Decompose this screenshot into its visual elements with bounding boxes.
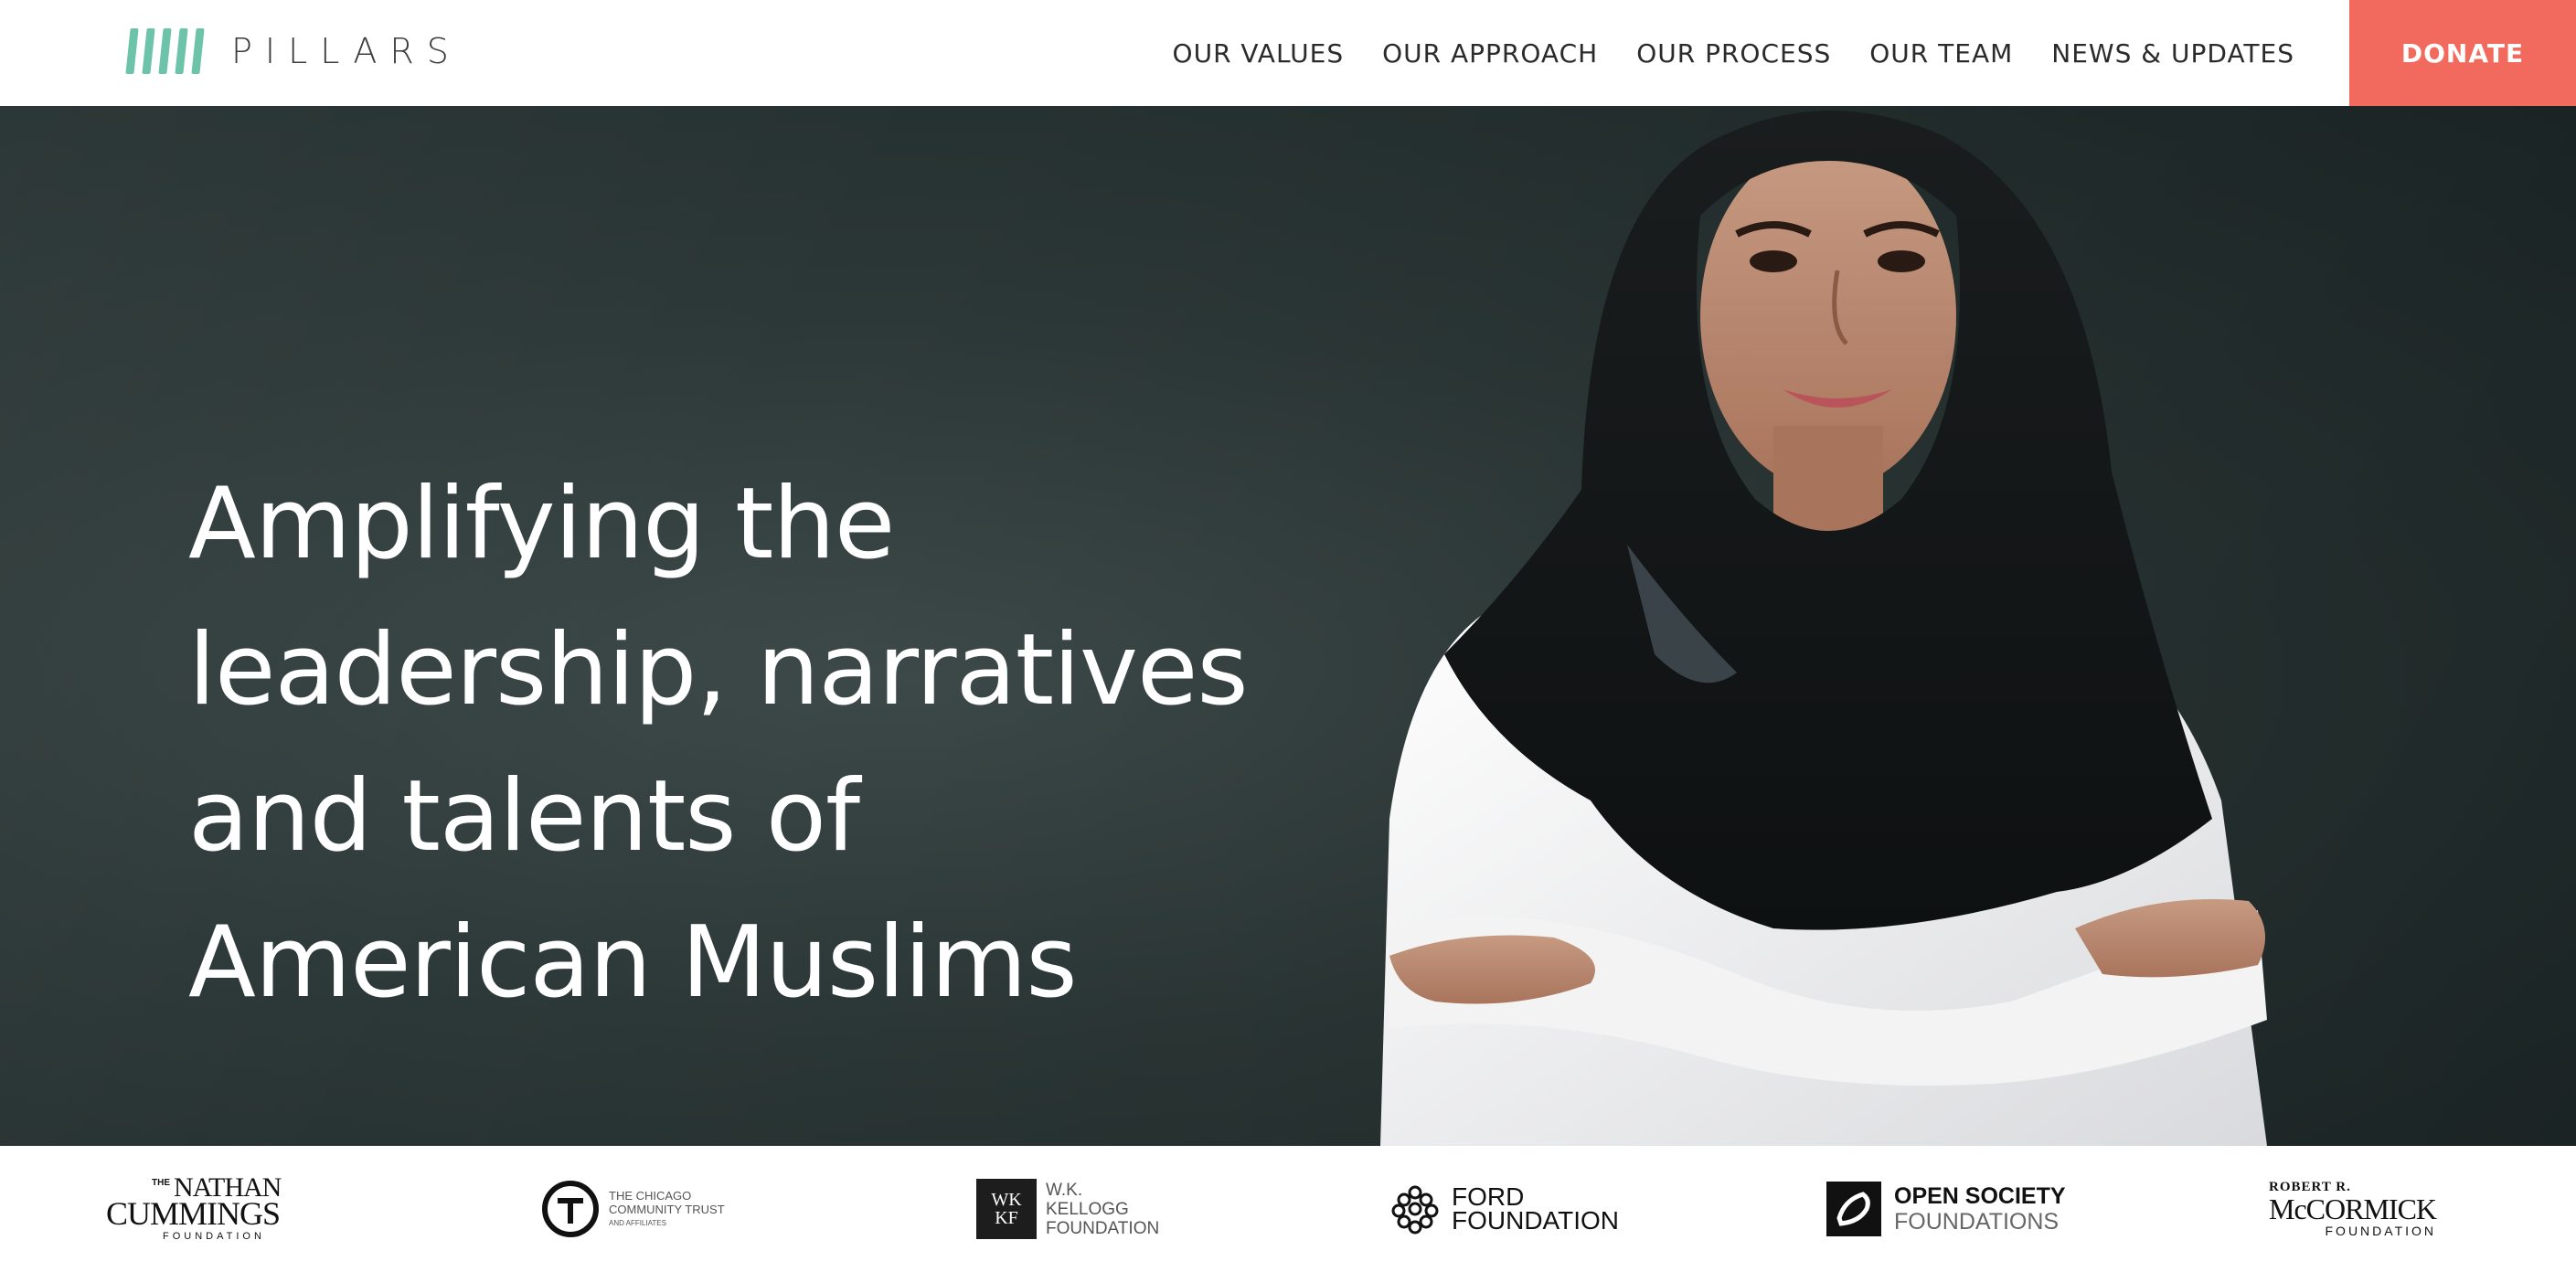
- hero-line: Amplifying the: [188, 467, 895, 581]
- logo-text: THE: [152, 1178, 170, 1188]
- hero-line: leadership, narratives: [188, 613, 1249, 727]
- logo-text: FOUNDATIONS: [1894, 1209, 2060, 1235]
- hero-portrait-photo: [1380, 111, 2267, 1146]
- main-nav: OUR VALUES OUR APPROACH OUR PROCESS OUR …: [1134, 0, 2294, 106]
- site-header: PILLARS OUR VALUES OUR APPROACH OUR PROC…: [0, 0, 2576, 106]
- nav-our-values[interactable]: OUR VALUES: [1173, 38, 1345, 69]
- logo-text: WK KF: [991, 1190, 1022, 1228]
- pillars-logo[interactable]: PILLARS: [125, 27, 462, 75]
- logo-text: FOUNDATION: [1046, 1218, 1160, 1238]
- hero-line: American Muslims: [188, 906, 1078, 1020]
- mccormick-foundation-logo[interactable]: ROBERT R. McCORMICK FOUNDATION: [2269, 1146, 2437, 1272]
- ford-foundation-logo[interactable]: FORD FOUNDATION: [1389, 1146, 1619, 1272]
- hero-line: and talents of: [188, 759, 860, 874]
- logo-text: W.K.: [1046, 1180, 1083, 1200]
- chicago-community-trust-logo[interactable]: THE CHICAGO COMMUNITY TRUST AND AFFILIAT…: [541, 1146, 725, 1272]
- logo-text: OPEN SOCIETY: [1894, 1183, 2066, 1209]
- ford-globe-icon: [1391, 1185, 1439, 1235]
- nav-our-team[interactable]: OUR TEAM: [1869, 38, 2013, 69]
- community-trust-icon: [542, 1181, 599, 1237]
- logo-text: FOUNDATION: [1452, 1206, 1620, 1235]
- donate-button[interactable]: DONATE: [2349, 0, 2576, 106]
- open-society-foundations-logo[interactable]: OPEN SOCIETY FOUNDATIONS: [1826, 1146, 2066, 1272]
- logo-text: FOUNDATION: [163, 1231, 265, 1242]
- logo-text: THE CHICAGO: [609, 1188, 692, 1203]
- logo-text: CUMMINGS: [106, 1195, 281, 1232]
- logo-text: COMMUNITY TRUST: [609, 1202, 725, 1216]
- hero-headline: Amplifying the leadership, narratives an…: [188, 451, 1377, 1036]
- hero-banner: Amplifying the leadership, narratives an…: [0, 106, 2576, 1146]
- funders-strip: THE NATHAN CUMMINGS FOUNDATION THE CHICA…: [0, 1146, 2576, 1272]
- logo-text: AND AFFILIATES: [609, 1218, 666, 1227]
- kellogg-mark-icon: WK KF: [976, 1179, 1037, 1239]
- logo-wordmark: PILLARS: [231, 31, 462, 71]
- pillars-logo-icon: [125, 28, 205, 74]
- wk-kellogg-foundation-logo[interactable]: WK KF W.K. KELLOGG FOUNDATION: [976, 1146, 1159, 1272]
- logo-text: KELLOGG: [1046, 1199, 1129, 1219]
- nav-news-updates[interactable]: NEWS & UPDATES: [2051, 38, 2294, 69]
- logo-text: McCORMICK: [2269, 1192, 2437, 1225]
- open-society-icon: [1826, 1182, 1881, 1236]
- nav-our-process[interactable]: OUR PROCESS: [1636, 38, 1831, 69]
- nathan-cummings-logo[interactable]: THE NATHAN CUMMINGS FOUNDATION: [106, 1146, 298, 1272]
- nav-our-approach[interactable]: OUR APPROACH: [1382, 38, 1598, 69]
